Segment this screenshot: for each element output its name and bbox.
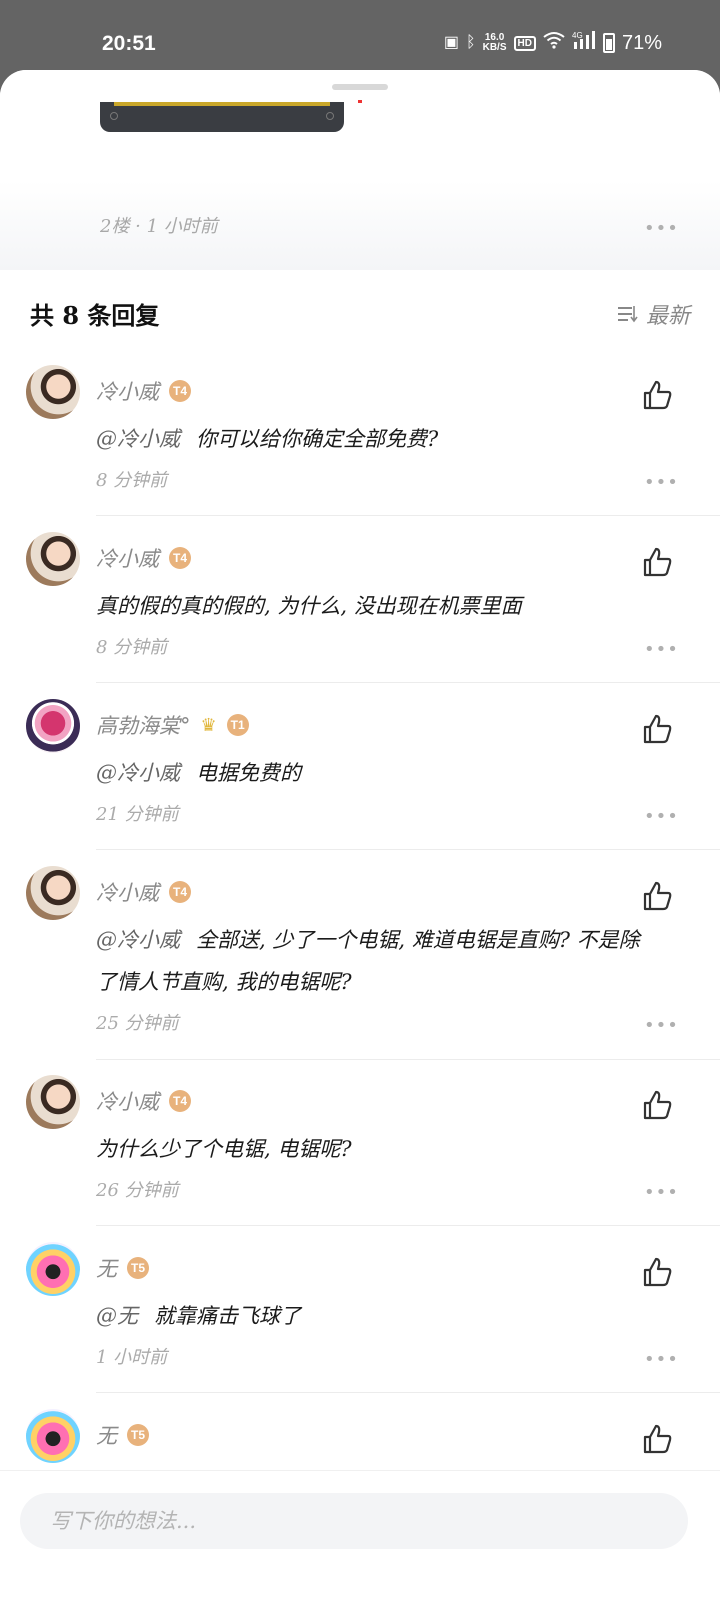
net-speed-unit: KB/S	[482, 42, 507, 53]
comment-text[interactable]: 为什么少了个电锯, 电锯呢?	[96, 1128, 656, 1170]
comment-author[interactable]: 高勃海棠° ♛ T1	[96, 710, 249, 740]
wifi-icon	[543, 31, 565, 55]
divider	[96, 1225, 720, 1226]
comment-author[interactable]: 冷小威 T4	[96, 376, 191, 406]
comment-text[interactable]: @无 就靠痛击飞球了	[96, 1295, 656, 1337]
more-icon[interactable]: •••	[644, 808, 679, 826]
thumbs-up-icon[interactable]	[640, 1255, 674, 1289]
avatar[interactable]	[26, 1242, 80, 1296]
thumbs-up-icon[interactable]	[640, 1422, 674, 1456]
sort-button[interactable]: 最新	[617, 298, 690, 330]
more-icon[interactable]: •••	[644, 1351, 679, 1369]
level-badge: T4	[169, 380, 191, 402]
more-icon[interactable]: •••	[644, 474, 679, 492]
level-badge: T5	[127, 1257, 149, 1279]
avatar[interactable]	[26, 1075, 80, 1129]
thumbs-up-icon[interactable]	[640, 1088, 674, 1122]
signal-icon: 4G	[572, 30, 596, 56]
level-badge: T4	[169, 1090, 191, 1112]
divider	[96, 1059, 720, 1060]
more-icon[interactable]: •••	[644, 1017, 679, 1035]
screw-dot	[110, 112, 118, 120]
avatar[interactable]	[26, 532, 80, 586]
author-name: 冷小威	[96, 547, 159, 571]
floor-meta: 2楼 · 1 小时前	[100, 216, 218, 237]
mention[interactable]: @冷小威	[96, 427, 180, 451]
author-name: 无	[96, 1257, 117, 1281]
status-time: 20:51	[102, 32, 156, 55]
bluetooth-icon: ᛒ	[466, 34, 476, 51]
comment-author[interactable]: 无 T5	[96, 1420, 149, 1450]
comment-text[interactable]: 真的假的真的假的, 为什么, 没出现在机票里面	[96, 585, 656, 627]
battery-icon	[602, 33, 615, 53]
comment-time: 1 小时前	[96, 1347, 168, 1368]
author-name: 冷小威	[96, 881, 159, 905]
avatar[interactable]	[26, 699, 80, 753]
comment-time: 26 分钟前	[96, 1180, 179, 1201]
level-badge: T4	[169, 881, 191, 903]
mention[interactable]: @冷小威	[96, 928, 180, 952]
comment-text[interactable]: @冷小威 电据免费的	[96, 752, 656, 794]
replies-header: 共 8 条回复 最新	[0, 270, 720, 350]
status-icons: ▣ ᛒ 16.0 KB/S HD 4G 71%	[444, 30, 662, 56]
post-preview-area: 2楼 · 1 小时前 •••	[0, 70, 720, 270]
drag-handle[interactable]	[332, 84, 388, 90]
comment-time: 8 分钟前	[96, 470, 168, 491]
author-name: 冷小威	[96, 1090, 159, 1114]
comment-time: 25 分钟前	[96, 1013, 179, 1034]
comment-sheet: 2楼 · 1 小时前 ••• 共 8 条回复 最新 冷小威 T4 @冷小威 你可以给…	[0, 70, 720, 1600]
divider	[96, 849, 720, 850]
author-name: 高勃海棠°	[96, 714, 191, 738]
sort-icon	[617, 305, 638, 323]
comment-time: 21 分钟前	[96, 804, 179, 825]
comment-body: 就靠痛击飞球了	[154, 1304, 301, 1328]
more-icon[interactable]: •••	[644, 1184, 679, 1202]
avatar[interactable]	[26, 365, 80, 419]
more-icon[interactable]: •••	[644, 220, 679, 238]
comment-text[interactable]: @冷小威 全部送, 少了一个电锯, 难道电锯是直购? 不是除了情人节直购, 我的电…	[96, 919, 656, 1003]
avatar[interactable]	[26, 866, 80, 920]
comment-input-bar: 写下你的想法...	[0, 1470, 720, 1600]
mention[interactable]: @冷小威	[96, 761, 180, 785]
comment-body: 电据免费的	[196, 761, 301, 785]
author-name: 冷小威	[96, 380, 159, 404]
comment-text[interactable]: @冷小威 你可以给你确定全部免费?	[96, 418, 656, 460]
comment-body: 真的假的真的假的, 为什么, 没出现在机票里面	[96, 594, 522, 618]
nfc-icon: ▣	[443, 34, 459, 51]
signal-label: 4G	[572, 31, 583, 40]
crown-icon: ♛	[200, 714, 217, 736]
level-badge: T1	[226, 714, 249, 736]
mention[interactable]: @无	[96, 1304, 138, 1328]
author-name: 无	[96, 1424, 117, 1448]
avatar[interactable]	[26, 1409, 80, 1463]
battery-percent: 71%	[621, 31, 662, 54]
hd-badge: HD	[513, 35, 536, 51]
level-badge: T4	[169, 547, 191, 569]
red-mark	[358, 100, 362, 103]
thumbs-up-icon[interactable]	[640, 879, 674, 913]
comment-input[interactable]: 写下你的想法...	[20, 1493, 688, 1549]
thumbs-up-icon[interactable]	[640, 545, 674, 579]
divider	[96, 1392, 720, 1393]
thumbs-up-icon[interactable]	[640, 712, 674, 746]
comment-author[interactable]: 冷小威 T4	[96, 543, 191, 573]
screw-dot	[326, 112, 334, 120]
sort-label: 最新	[645, 304, 690, 329]
more-icon[interactable]: •••	[644, 641, 679, 659]
comment-author[interactable]: 无 T5	[96, 1253, 149, 1283]
comment-time: 8 分钟前	[96, 637, 168, 658]
post-image[interactable]	[100, 102, 344, 132]
divider	[96, 682, 720, 683]
net-speed: 16.0 KB/S	[483, 33, 507, 53]
level-badge: T5	[127, 1424, 149, 1446]
comment-author[interactable]: 冷小威 T4	[96, 877, 191, 907]
comment-author[interactable]: 冷小威 T4	[96, 1086, 191, 1116]
comment-body: 为什么少了个电锯, 电锯呢?	[96, 1137, 352, 1161]
comment-body: 你可以给你确定全部免费?	[196, 427, 439, 451]
thumbs-up-icon[interactable]	[640, 378, 674, 412]
divider	[96, 515, 720, 516]
replies-count-title: 共 8 条回复	[30, 301, 160, 330]
